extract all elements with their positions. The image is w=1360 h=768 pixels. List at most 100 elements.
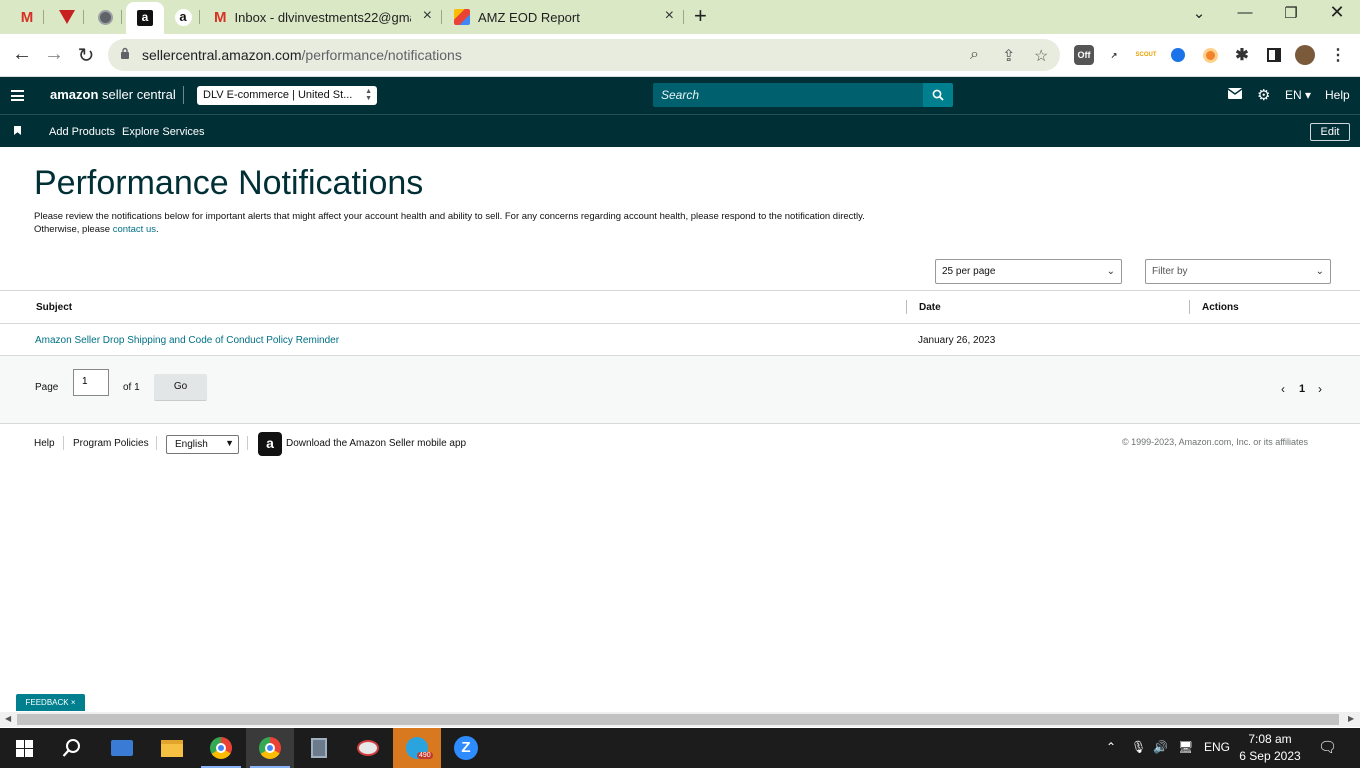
table-header: Subject Date Actions — [0, 290, 1360, 324]
address-bar[interactable]: sellercentral.amazon.com/performance/not… — [108, 39, 1060, 71]
microphone-icon[interactable]: 🎙 — [1131, 740, 1146, 754]
prev-page-icon[interactable]: ‹ — [1281, 382, 1285, 396]
search-box[interactable] — [653, 83, 923, 107]
calculator-icon[interactable] — [295, 728, 343, 768]
windows-start-icon[interactable] — [0, 728, 48, 768]
feedback-button[interactable]: FEEDBACK × — [16, 694, 85, 711]
seller-central-subnav: Add Products Explore Services Edit — [0, 114, 1360, 147]
tab-amazon-2[interactable]: a — [166, 4, 200, 30]
profile-avatar[interactable] — [1295, 45, 1315, 65]
language-selector[interactable]: EN ▾ — [1285, 88, 1311, 102]
help-link[interactable]: Help — [1325, 88, 1350, 102]
divider — [247, 436, 248, 450]
filter-placeholder: Filter by — [1152, 266, 1188, 277]
zoom-app-icon[interactable]: Z — [442, 728, 490, 768]
forward-arrow-icon[interactable]: → — [42, 43, 66, 66]
extensions-puzzle-icon[interactable]: ✱ — [1232, 45, 1252, 65]
extension-keepa-icon[interactable] — [1168, 45, 1188, 65]
divider — [156, 436, 157, 450]
file-explorer-icon[interactable] — [148, 728, 196, 768]
scroll-right-icon[interactable]: ▶ — [1348, 714, 1354, 723]
notification-subject-link[interactable]: Amazon Seller Drop Shipping and Code of … — [35, 335, 339, 346]
subnav-add-products[interactable]: Add Products — [49, 126, 115, 138]
chevron-down-icon: ⌄ — [1106, 266, 1115, 277]
next-page-icon[interactable]: › — [1318, 382, 1322, 396]
chrome-profile-icon[interactable] — [246, 728, 294, 768]
chrome-icon[interactable] — [197, 728, 245, 768]
go-button[interactable]: Go — [154, 374, 207, 401]
input-language[interactable]: ENG — [1204, 740, 1230, 754]
search-input[interactable] — [653, 83, 923, 107]
tab-search-chevron-icon[interactable]: ⌄ — [1184, 4, 1214, 22]
column-divider — [906, 300, 907, 314]
chevron-down-icon: ⌄ — [1315, 266, 1324, 277]
side-panel-icon[interactable] — [1264, 45, 1284, 65]
settings-gear-icon[interactable]: ⚙ — [1257, 86, 1270, 104]
gmail-icon: M — [20, 8, 34, 26]
scrollbar-thumb[interactable] — [17, 714, 1339, 725]
close-window-button[interactable]: ✕ — [1322, 2, 1352, 23]
current-page-number[interactable]: 1 — [1299, 383, 1305, 395]
taskbar-desktop-app-icon[interactable] — [98, 728, 146, 768]
scroll-left-icon[interactable]: ◀ — [5, 714, 11, 723]
zoom-icon[interactable]: ⌕ — [970, 46, 979, 64]
taskbar-clock[interactable]: 7:08 am 6 Sep 2023 — [1236, 731, 1304, 765]
share-icon[interactable]: ⇪ — [1002, 46, 1015, 66]
notifications-icon[interactable]: 🗨 — [1318, 738, 1337, 756]
footer-program-policies-link[interactable]: Program Policies — [73, 438, 149, 449]
seller-central-logo[interactable]: amazon seller central — [50, 87, 176, 102]
contact-us-link[interactable]: contact us — [113, 224, 156, 235]
tab-inbox[interactable]: M Inbox - dlvinvestments22@gmail × — [204, 4, 442, 30]
description-text: . — [156, 224, 159, 235]
subnav-explore-services[interactable]: Explore Services — [122, 126, 205, 138]
restore-button[interactable]: ❐ — [1276, 4, 1306, 22]
page-number-input[interactable]: 1 — [73, 369, 109, 396]
extension-amzscout-icon[interactable]: SCOUT — [1136, 45, 1157, 65]
amazon-seller-app-icon[interactable]: a — [258, 432, 282, 456]
tab-gmail-pinned[interactable]: M — [10, 4, 44, 30]
taskbar-search-icon[interactable] — [48, 728, 96, 768]
column-header-date[interactable]: Date — [919, 302, 941, 313]
filter-select[interactable]: Filter by ⌄ — [1145, 259, 1331, 284]
bookmark-icon[interactable] — [14, 126, 21, 135]
column-header-subject[interactable]: Subject — [36, 302, 72, 313]
tab-title: Inbox - dlvinvestments22@gmail — [234, 9, 411, 25]
paint-icon[interactable] — [344, 728, 392, 768]
extension-login-icon[interactable]: ↗ — [1104, 45, 1124, 65]
edit-button[interactable]: Edit — [1310, 123, 1350, 141]
telegram-icon[interactable]: 490 — [393, 728, 441, 768]
pagination-bar: Page 1 of 1 Go ‹ 1 › — [0, 356, 1360, 424]
back-arrow-icon[interactable]: ← — [10, 43, 34, 66]
mail-icon[interactable] — [1227, 88, 1243, 102]
browser-menu-icon[interactable]: ⋮ — [1328, 45, 1348, 65]
footer-language-select[interactable]: English ▼ — [166, 435, 239, 454]
download-app-link[interactable]: Download the Amazon Seller mobile app — [286, 438, 466, 449]
globe-icon — [97, 9, 113, 25]
volume-icon[interactable]: 🔊 — [1153, 740, 1168, 754]
tab-pinned-2[interactable] — [50, 4, 84, 30]
search-button[interactable] — [923, 83, 953, 107]
close-tab-icon[interactable]: × — [665, 7, 674, 25]
tab-amazon-active[interactable]: a — [126, 2, 164, 34]
hamburger-menu-icon[interactable] — [11, 90, 24, 101]
notification-date: January 26, 2023 — [918, 335, 996, 346]
horizontal-scrollbar[interactable]: ◀ ▶ — [0, 712, 1360, 727]
new-tab-button[interactable]: + — [694, 3, 707, 29]
minimize-button[interactable]: — — [1230, 4, 1260, 21]
tab-title: AMZ EOD Report — [478, 9, 580, 25]
close-tab-icon[interactable]: × — [423, 7, 432, 25]
tray-chevron-up-icon[interactable]: ⌃ — [1106, 740, 1116, 754]
tab-pinned-3[interactable] — [88, 4, 122, 30]
extension-orange-icon[interactable] — [1200, 45, 1220, 65]
footer-help-link[interactable]: Help — [34, 438, 55, 449]
windows-taskbar: 490 Z ⌃ 🎙 🔊 🖥 ENG 7:08 am 6 Sep 2023 🗨 — [0, 728, 1360, 768]
copyright-text: © 1999-2023, Amazon.com, Inc. or its aff… — [1122, 437, 1309, 447]
tab-amz-eod-report[interactable]: AMZ EOD Report × — [444, 4, 684, 30]
page-label: Page — [35, 382, 59, 393]
network-icon[interactable]: 🖥 — [1178, 740, 1193, 754]
reload-icon[interactable]: ↻ — [74, 43, 98, 68]
bookmark-star-icon[interactable]: ☆ — [1034, 46, 1048, 66]
extension-off-icon[interactable]: Off — [1074, 45, 1094, 65]
per-page-select[interactable]: 25 per page ⌄ — [935, 259, 1122, 284]
account-selector[interactable]: DLV E-commerce | United St... ▲ ▼ — [197, 86, 377, 105]
